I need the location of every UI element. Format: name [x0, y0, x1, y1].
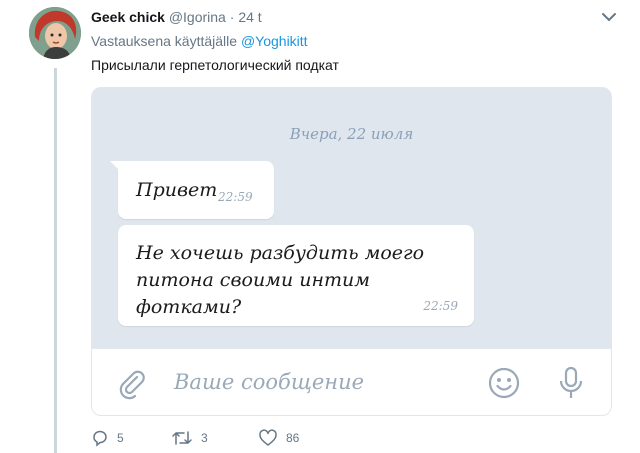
like-button[interactable]: 86	[258, 428, 299, 448]
author-handle[interactable]: @Igorina	[169, 9, 226, 25]
thread-line	[54, 68, 57, 453]
paperclip-icon	[116, 368, 148, 400]
retweet-button[interactable]: 3	[171, 428, 208, 448]
tweet-media-image[interactable]: Вчера, 22 июля Привет 22:59 Не хочешь ра…	[91, 87, 612, 416]
retweet-icon	[171, 429, 201, 447]
microphone-icon	[558, 365, 584, 401]
chat-message-text: Привет	[136, 179, 218, 201]
chat-message-time: 22:59	[423, 299, 458, 313]
chat-message: Не хочешь разбудить моего питона своими …	[118, 225, 474, 326]
tweet-header: Geek chick @Igorina · 24 t	[91, 9, 620, 29]
heart-icon	[258, 429, 286, 447]
chat-date: Вчера, 22 июля	[289, 125, 414, 143]
chevron-down-icon[interactable]	[598, 6, 620, 28]
chat-message-text: Не хочешь разбудить моего питона своими …	[136, 242, 425, 318]
reply-icon	[91, 429, 117, 447]
reply-prefix: Vastauksena käyttäjälle	[91, 33, 238, 49]
reply-count: 5	[117, 431, 124, 445]
separator: ·	[229, 9, 235, 25]
like-count: 86	[286, 431, 300, 445]
reply-button[interactable]: 5	[91, 428, 124, 448]
tweet-time[interactable]: 24 t	[238, 9, 261, 25]
reply-to-handle[interactable]: @Yoghikitt	[241, 33, 308, 49]
author-name[interactable]: Geek chick	[91, 9, 165, 25]
message-input-bar: Ваше сообщение	[92, 348, 611, 415]
chat-message: Привет 22:59	[110, 161, 274, 219]
avatar[interactable]	[29, 7, 81, 59]
reply-context: Vastauksena käyttäjälle @Yoghikitt	[91, 33, 308, 49]
smiley-icon	[487, 366, 521, 400]
tweet-text: Присылали герпетологический подкат	[91, 57, 339, 73]
message-input-placeholder: Ваше сообщение	[174, 370, 365, 394]
retweet-count: 3	[201, 431, 208, 445]
chat-message-time: 22:59	[218, 190, 253, 204]
